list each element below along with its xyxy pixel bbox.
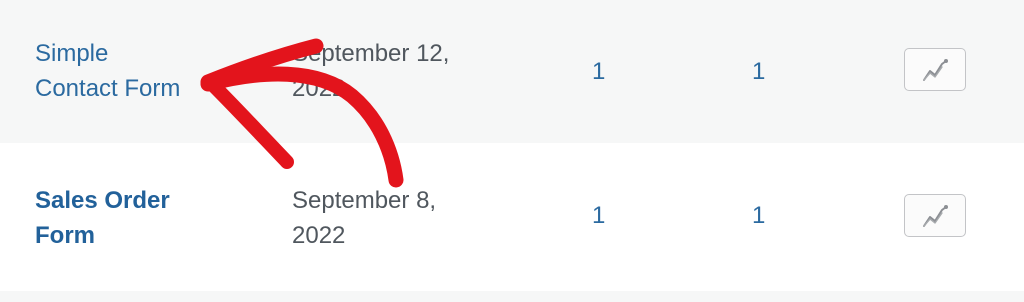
form-title-link[interactable]: Simple Contact Form bbox=[35, 36, 225, 106]
stats-button[interactable] bbox=[904, 48, 966, 91]
views-count-link[interactable]: 1 bbox=[752, 198, 765, 233]
views-count-link[interactable]: 1 bbox=[752, 54, 765, 89]
line-chart-icon bbox=[923, 205, 948, 227]
forms-table: Simple Contact Form September 12, 2022 1… bbox=[0, 0, 1024, 302]
table-row: Sales Order Form September 8, 2022 1 1 bbox=[0, 143, 1024, 291]
date-created: September 8, 2022 bbox=[292, 183, 492, 253]
date-line-1: September 12, bbox=[292, 40, 450, 67]
entries-count-link[interactable]: 1 bbox=[592, 54, 605, 89]
stats-button[interactable] bbox=[904, 194, 966, 237]
date-line-2: 2022 bbox=[292, 75, 346, 102]
date-line-1: September 8, bbox=[292, 187, 437, 214]
form-title-line-1: Simple bbox=[35, 40, 109, 67]
form-title-line-2: Contact Form bbox=[35, 75, 181, 102]
form-title-line-1: Sales Order bbox=[35, 187, 170, 214]
entries-count-link[interactable]: 1 bbox=[592, 198, 605, 233]
date-line-2: 2022 bbox=[292, 222, 346, 249]
date-created: September 12, 2022 bbox=[292, 36, 492, 106]
line-chart-icon bbox=[923, 59, 948, 81]
form-title-line-2: Form bbox=[35, 222, 95, 249]
form-title-link[interactable]: Sales Order Form bbox=[35, 183, 225, 253]
table-row-partial bbox=[0, 291, 1024, 302]
table-row: Simple Contact Form September 12, 2022 1… bbox=[0, 0, 1024, 143]
